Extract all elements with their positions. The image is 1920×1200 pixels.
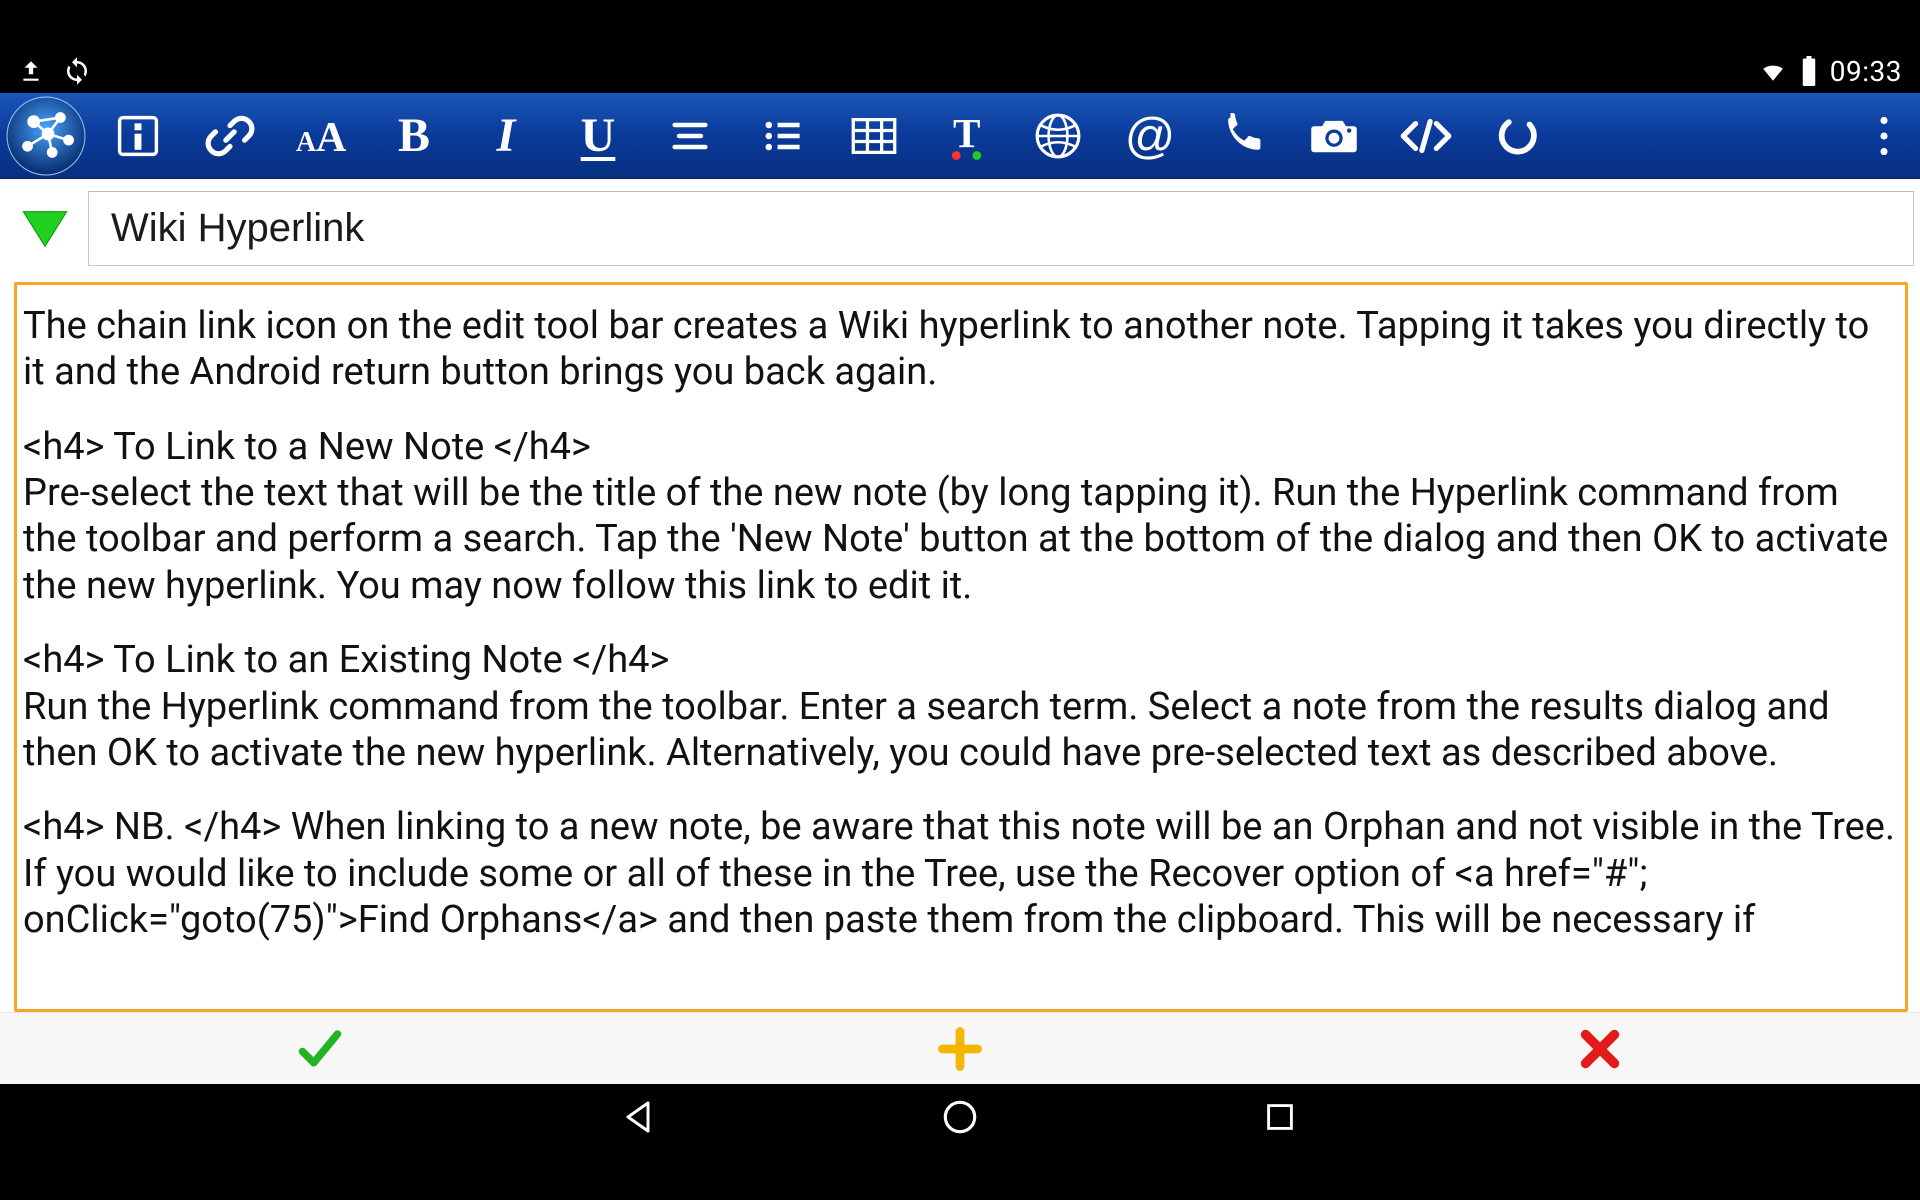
battery-icon <box>1800 56 1818 86</box>
android-status-bar: 09:33 <box>0 49 1920 93</box>
bottom-action-bar <box>0 1012 1920 1084</box>
align-button[interactable] <box>644 93 736 179</box>
status-clock: 09:33 <box>1830 55 1902 88</box>
italic-label: I <box>497 108 516 163</box>
device-frame: 09:33 AA B I <box>0 49 1920 1150</box>
title-row <box>0 179 1920 274</box>
editor-toolbar: AA B I U T @ <box>0 93 1920 179</box>
add-button[interactable] <box>640 1024 1280 1074</box>
body-paragraph[interactable]: <h4> To Link to an Existing Note </h4> R… <box>23 637 1899 776</box>
body-paragraph[interactable]: The chain link icon on the edit tool bar… <box>23 303 1899 396</box>
nav-home-button[interactable] <box>930 1087 990 1147</box>
italic-button[interactable]: I <box>460 93 552 179</box>
collapse-button[interactable] <box>14 191 76 266</box>
upload-icon <box>18 58 44 84</box>
text-color-button[interactable]: T <box>920 93 1012 179</box>
nav-recent-button[interactable] <box>1250 1087 1310 1147</box>
sync-icon <box>62 56 92 86</box>
android-nav-bar <box>0 1084 1920 1150</box>
status-right: 09:33 <box>1758 55 1902 88</box>
at-label: @ <box>1125 107 1176 165</box>
wifi-icon <box>1758 58 1788 84</box>
svg-text:A: A <box>296 127 317 158</box>
nav-back-button[interactable] <box>610 1087 670 1147</box>
list-button[interactable] <box>736 93 828 179</box>
code-button[interactable] <box>1380 93 1472 179</box>
email-button[interactable]: @ <box>1104 93 1196 179</box>
camera-button[interactable] <box>1288 93 1380 179</box>
letterbox-bottom <box>0 1150 1920 1200</box>
note-body-text[interactable]: The chain link icon on the edit tool bar… <box>23 303 1899 943</box>
table-button[interactable] <box>828 93 920 179</box>
bold-label: B <box>398 108 430 163</box>
note-body-editor[interactable]: The chain link icon on the edit tool bar… <box>14 282 1908 1012</box>
underline-label: U <box>581 108 616 163</box>
bold-button[interactable]: B <box>368 93 460 179</box>
app-logo[interactable] <box>0 93 92 179</box>
info-button[interactable] <box>92 93 184 179</box>
cancel-button[interactable] <box>1280 1025 1920 1073</box>
confirm-button[interactable] <box>0 1024 640 1074</box>
letterbox-top <box>0 0 1920 49</box>
svg-text:A: A <box>316 115 347 161</box>
hyperlink-button[interactable] <box>184 93 276 179</box>
phone-button[interactable] <box>1196 93 1288 179</box>
svg-text:T: T <box>953 110 980 156</box>
body-paragraph[interactable]: <h4> To Link to a New Note </h4> Pre-sel… <box>23 424 1899 609</box>
note-title-input[interactable] <box>88 191 1914 266</box>
overflow-menu-button[interactable] <box>1854 93 1914 179</box>
text-size-button[interactable]: AA <box>276 93 368 179</box>
web-link-button[interactable] <box>1012 93 1104 179</box>
body-paragraph[interactable]: <h4> NB. </h4> When linking to a new not… <box>23 804 1899 943</box>
undo-button[interactable] <box>1472 93 1564 179</box>
status-left <box>18 56 92 86</box>
underline-button[interactable]: U <box>552 93 644 179</box>
